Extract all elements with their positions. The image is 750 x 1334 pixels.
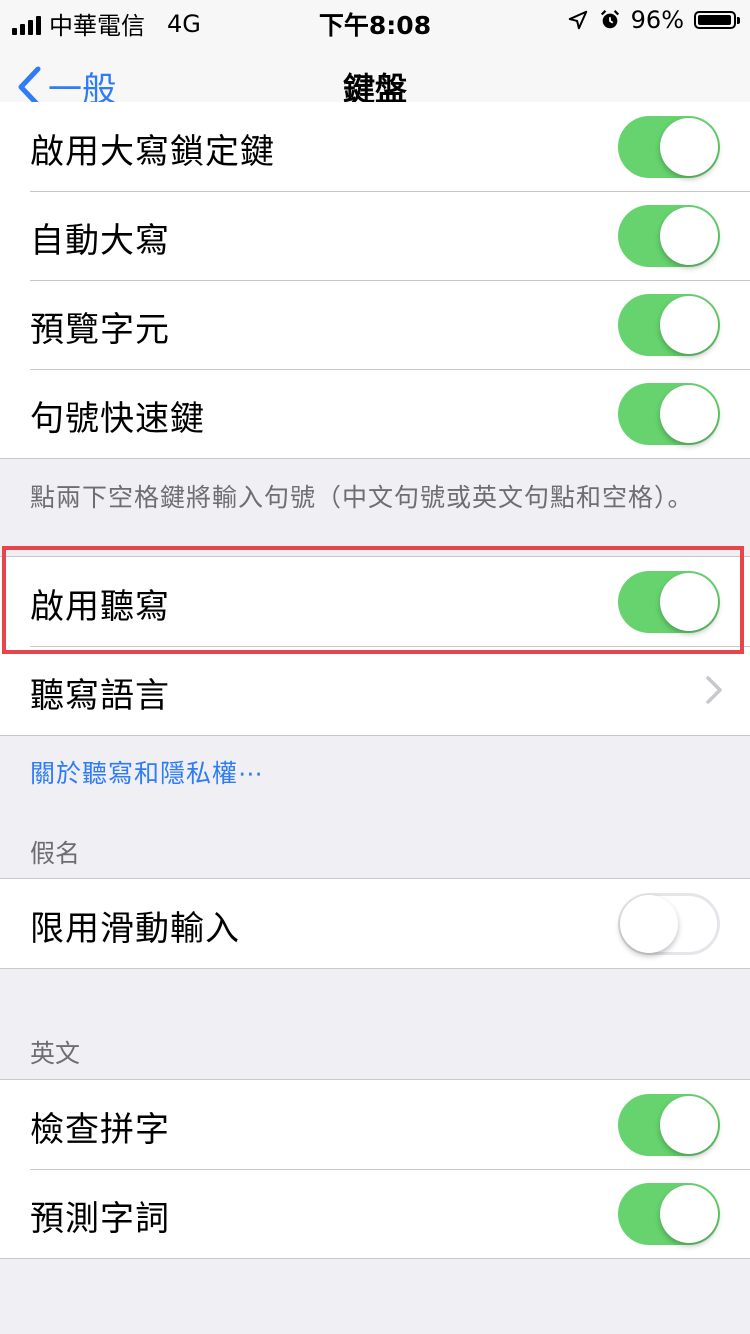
settings-group-1: 啟用大寫鎖定鍵 自動大寫 預覽字元 句號快速鍵	[0, 102, 750, 459]
section-header-kana: 假名	[30, 839, 81, 868]
battery-icon	[694, 11, 740, 29]
chevron-right-icon	[706, 676, 722, 704]
setting-check-spelling: 檢查拼字	[0, 1080, 750, 1169]
period-shortcut-toggle[interactable]	[618, 383, 720, 445]
setting-label: 限用滑動輸入	[30, 909, 240, 949]
auto-capitalization-toggle[interactable]	[618, 205, 720, 267]
battery-percent: 96%	[630, 6, 684, 34]
setting-character-preview: 預覽字元	[0, 280, 750, 369]
setting-period-shortcut: 句號快速鍵	[0, 369, 750, 458]
location-icon	[568, 10, 587, 30]
status-right: 96%	[567, 6, 740, 34]
flick-only-toggle[interactable]	[618, 893, 720, 955]
alarm-icon	[600, 10, 619, 29]
setting-predictive: 預測字詞	[0, 1169, 750, 1258]
settings-group-english: 檢查拼字 預測字詞	[0, 1079, 750, 1259]
settings-group-dictation: 啟用聽寫 聽寫語言	[0, 556, 750, 736]
setting-label: 聽寫語言	[30, 676, 170, 716]
predictive-toggle[interactable]	[618, 1183, 720, 1245]
setting-dictation-language[interactable]: 聽寫語言	[0, 646, 750, 735]
section-header-english: 英文	[30, 1039, 81, 1068]
setting-label: 自動大寫	[30, 221, 170, 261]
setting-flick-only: 限用滑動輸入	[0, 879, 750, 968]
setting-label: 啟用大寫鎖定鍵	[30, 132, 275, 172]
status-bar: 中華電信 4G 下午8:08 96%	[0, 0, 750, 40]
setting-label: 檢查拼字	[30, 1110, 170, 1150]
period-shortcut-footer: 點兩下空格鍵將輸入句號（中文句號或英文句點和空格）。	[30, 483, 694, 512]
setting-label: 預覽字元	[30, 310, 170, 350]
setting-label: 句號快速鍵	[30, 399, 205, 439]
setting-auto-capitalization: 自動大寫	[0, 191, 750, 280]
setting-label: 預測字詞	[30, 1199, 170, 1239]
character-preview-toggle[interactable]	[618, 294, 720, 356]
dictation-privacy-link[interactable]: 關於聽寫和隱私權⋯	[30, 754, 264, 790]
setting-enable-dictation: 啟用聽寫	[0, 557, 750, 646]
settings-group-kana: 限用滑動輸入	[0, 878, 750, 969]
setting-caps-lock: 啟用大寫鎖定鍵	[0, 102, 750, 191]
enable-dictation-toggle[interactable]	[618, 571, 720, 633]
check-spelling-toggle[interactable]	[618, 1094, 720, 1156]
caps-lock-toggle[interactable]	[618, 116, 720, 178]
setting-label: 啟用聽寫	[30, 587, 170, 627]
